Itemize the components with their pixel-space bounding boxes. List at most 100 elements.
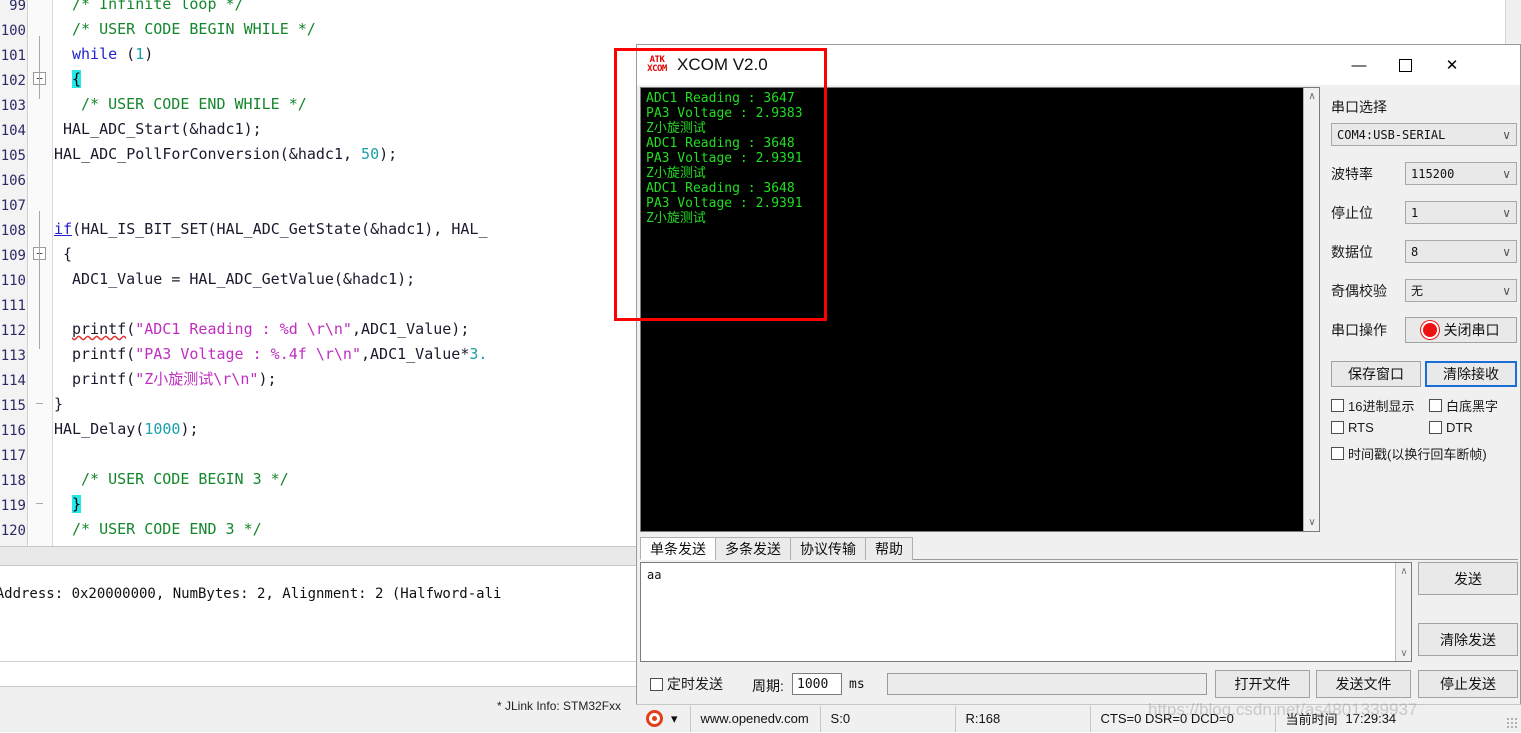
baud-rate-dropdown[interactable]: 115200 ∨ <box>1405 162 1517 185</box>
hex-display-label: 16进制显示 <box>1348 396 1414 415</box>
send-scroll-up-icon[interactable]: ∧ <box>1396 563 1412 579</box>
checkbox-box[interactable] <box>1331 399 1344 412</box>
jlink-info-text: * JLink Info: STM32Fxx <box>497 699 621 713</box>
status-sent-count: S:0 <box>821 706 956 732</box>
parity-value: 无 <box>1411 282 1423 299</box>
code-line: printf("PA3 Voltage : %.4f \r\n",ADC1_Va… <box>54 342 487 367</box>
period-value: 1000 <box>797 677 828 692</box>
file-path-field[interactable] <box>887 673 1207 695</box>
period-label: 周期: <box>752 676 784 696</box>
open-file-button[interactable]: 打开文件 <box>1215 670 1310 698</box>
code-line: { <box>54 67 81 92</box>
data-bits-dropdown[interactable]: 8 ∨ <box>1405 240 1517 263</box>
code-line: /* USER CODE END 3 */ <box>54 517 262 542</box>
chevron-down-icon: ∨ <box>1502 245 1511 259</box>
xcom-title-bar[interactable]: ATK XCOM XCOM V2.0 — ✕ <box>637 45 1520 85</box>
line-number: 108 <box>0 219 26 244</box>
line-number: 120 <box>0 519 26 544</box>
terminal-scrollbar[interactable]: ∧ ∨ <box>1303 88 1319 531</box>
timestamp-checkbox[interactable]: 时间戳(以换行回车断帧) <box>1331 444 1487 463</box>
checkbox-box[interactable] <box>1429 421 1442 434</box>
send-file-label: 发送文件 <box>1336 674 1392 694</box>
line-number: 102 <box>0 69 26 94</box>
white-bg-black-text-checkbox[interactable]: 白底黑字 <box>1429 396 1498 415</box>
parity-dropdown[interactable]: 无 ∨ <box>1405 279 1517 302</box>
close-icon[interactable]: ✕ <box>1429 45 1475 85</box>
chevron-down-icon: ∨ <box>1502 206 1511 220</box>
stop-bits-dropdown[interactable]: 1 ∨ <box>1405 201 1517 224</box>
line-number: 118 <box>0 469 26 494</box>
status-site[interactable]: www.openedv.com <box>691 706 821 732</box>
timed-send-checkbox[interactable]: 定时发送 <box>650 674 723 694</box>
line-number: 109 <box>0 244 26 269</box>
current-time-value: 17:29:34 <box>1346 711 1397 726</box>
send-textarea[interactable]: aa ∧ ∨ <box>640 562 1412 662</box>
hex-display-checkbox[interactable]: 16进制显示 <box>1331 396 1414 415</box>
period-unit-label: ms <box>849 677 865 692</box>
serial-settings-panel: 串口选择 COM4:USB-SERIAL ∨ 波特率 115200 ∨ 停止位 … <box>1329 87 1519 532</box>
status-target-icon-cell[interactable] <box>636 706 667 732</box>
fold-end-marker <box>36 503 43 504</box>
dtr-checkbox[interactable]: DTR <box>1429 420 1473 435</box>
code-line: /* Infinite loop */ <box>54 0 244 17</box>
timestamp-label: 时间戳(以换行回车断帧) <box>1348 444 1487 463</box>
stop-bits-value: 1 <box>1411 206 1418 220</box>
stop-bits-label: 停止位 <box>1331 203 1373 223</box>
code-line: } <box>54 392 63 417</box>
serial-operation-label: 串口操作 <box>1331 320 1387 340</box>
tab-protocol-send[interactable]: 协议传输 <box>790 537 866 560</box>
line-number: 107 <box>0 194 26 219</box>
send-mode-tabs: 单条发送 多条发送 协议传输 帮助 <box>640 537 1518 560</box>
close-port-button[interactable]: 关闭串口 <box>1405 317 1517 343</box>
period-input[interactable]: 1000 <box>792 673 842 695</box>
line-number: 100 <box>0 19 26 44</box>
save-window-button[interactable]: 保存窗口 <box>1331 361 1421 387</box>
send-scroll-down-icon[interactable]: ∨ <box>1396 645 1412 661</box>
code-line: HAL_Delay(1000); <box>54 417 199 442</box>
clear-receive-button[interactable]: 清除接收 <box>1425 361 1517 387</box>
checkbox-box[interactable] <box>1429 399 1442 412</box>
chevron-down-icon: ∨ <box>1502 167 1511 181</box>
checkbox-box[interactable] <box>650 678 663 691</box>
line-number: 104 <box>0 119 26 144</box>
terminal-scroll-down-icon[interactable]: ∨ <box>1304 514 1320 531</box>
resize-grip-icon[interactable] <box>1506 717 1518 729</box>
send-textarea-value: aa <box>647 568 661 582</box>
receive-terminal[interactable]: ADC1 Reading : 3647 PA3 Voltage : 2.9383… <box>640 87 1320 532</box>
code-line: HAL_ADC_Start(&hadc1); <box>54 117 262 142</box>
send-file-button[interactable]: 发送文件 <box>1316 670 1411 698</box>
parity-label: 奇偶校验 <box>1331 281 1387 301</box>
stop-send-label: 停止发送 <box>1440 674 1496 694</box>
terminal-output-text: ADC1 Reading : 3647 PA3 Voltage : 2.9383… <box>646 91 803 226</box>
line-number: 115 <box>0 394 26 419</box>
rts-checkbox[interactable]: RTS <box>1331 420 1374 435</box>
tab-help[interactable]: 帮助 <box>865 537 913 560</box>
xcom-status-bar: ▾ www.openedv.com S:0 R:168 CTS=0 DSR=0 … <box>636 704 1521 732</box>
maximize-icon[interactable] <box>1382 45 1428 85</box>
tab-single-send[interactable]: 单条发送 <box>640 537 716 560</box>
port-select-value: COM4:USB-SERIAL <box>1337 128 1445 142</box>
tab-multi-send[interactable]: 多条发送 <box>715 537 791 560</box>
terminal-scroll-up-icon[interactable]: ∧ <box>1304 88 1320 105</box>
checkbox-box[interactable] <box>1331 421 1344 434</box>
fold-end-marker <box>36 403 43 404</box>
stop-send-button[interactable]: 停止发送 <box>1418 670 1518 698</box>
port-select-dropdown[interactable]: COM4:USB-SERIAL ∨ <box>1331 123 1517 146</box>
line-number: 117 <box>0 444 26 469</box>
status-dropdown-arrow[interactable]: ▾ <box>667 706 691 732</box>
window-title: XCOM V2.0 <box>677 55 768 75</box>
line-number: 113 <box>0 344 26 369</box>
fold-guide-line <box>39 211 40 349</box>
chevron-down-icon: ∨ <box>1502 284 1511 298</box>
checkbox-box[interactable] <box>1331 447 1344 460</box>
send-textarea-scrollbar[interactable]: ∧ ∨ <box>1395 563 1411 661</box>
line-number: 106 <box>0 169 26 194</box>
led-indicator-icon <box>1423 323 1437 337</box>
line-number: 103 <box>0 94 26 119</box>
code-line: ADC1_Value = HAL_ADC_GetValue(&hadc1); <box>54 267 415 292</box>
send-button[interactable]: 发送 <box>1418 562 1518 595</box>
timed-send-label: 定时发送 <box>667 674 723 694</box>
minimize-icon[interactable]: — <box>1336 45 1382 85</box>
clear-send-button[interactable]: 清除发送 <box>1418 623 1518 656</box>
status-received-count: R:168 <box>956 706 1091 732</box>
